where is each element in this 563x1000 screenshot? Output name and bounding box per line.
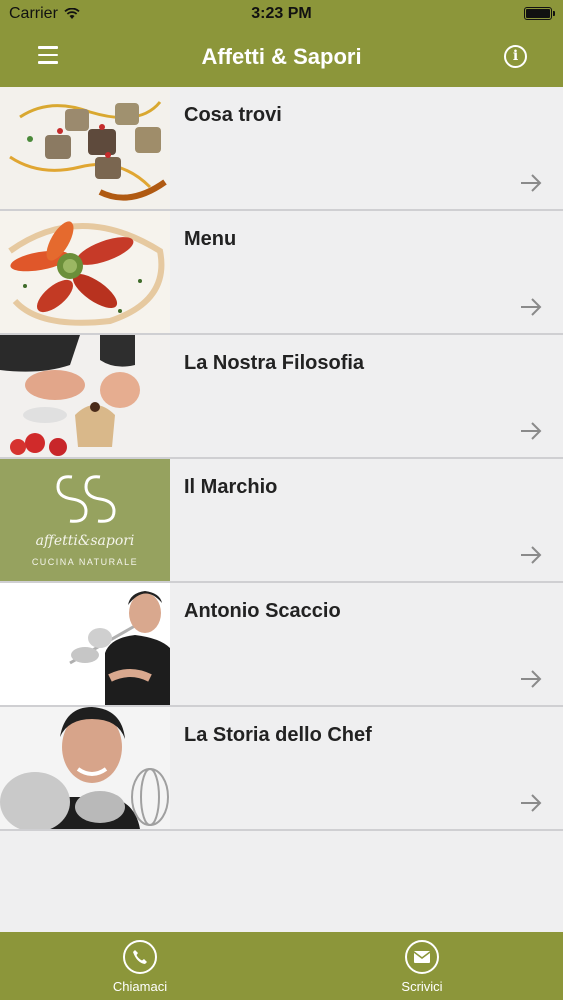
- dish-image-cosa-trovi: [0, 87, 170, 209]
- page-title: Affetti & Sapori: [201, 44, 362, 69]
- phone-icon: [123, 940, 157, 974]
- status-time: 3:23 PM: [251, 5, 312, 22]
- email-button[interactable]: Scrivici: [362, 932, 482, 1000]
- list-item-marchio[interactable]: affetti&sapori CUCINA NATURALE Il Marchi…: [0, 459, 563, 583]
- arrow-right-icon: [521, 546, 542, 564]
- call-button[interactable]: Chiamaci: [80, 932, 200, 1000]
- list-item-antonio-scaccio[interactable]: Antonio Scaccio: [0, 583, 563, 707]
- list-item-storia-chef[interactable]: La Storia dello Chef: [0, 707, 563, 831]
- arrow-right-icon: [521, 794, 542, 812]
- chef-photo: [0, 583, 170, 705]
- list-item-label: Menu: [184, 228, 237, 250]
- list-item-label: Il Marchio: [184, 476, 278, 498]
- envelope-icon: [405, 940, 439, 974]
- list-item-label: La Storia dello Chef: [184, 724, 372, 746]
- dish-image-menu: [0, 211, 170, 333]
- arrow-right-icon: [521, 670, 542, 688]
- arrow-right-icon: [521, 422, 542, 440]
- chef-portrait: [0, 707, 170, 829]
- logo-wordmark: affetti&sapori: [35, 533, 135, 549]
- navigation-bar: Carrier 3:23 PM Affetti & Sapori i: [0, 0, 563, 87]
- brand-logo-image: affetti&sapori CUCINA NATURALE: [0, 459, 170, 581]
- call-label: Chiamaci: [112, 979, 168, 994]
- list-item-cosa-trovi[interactable]: Cosa trovi: [0, 87, 563, 211]
- list-item-label: La Nostra Filosofia: [184, 352, 365, 374]
- list-item-label: Antonio Scaccio: [184, 600, 341, 622]
- battery-icon: [524, 7, 555, 20]
- dish-image-filosofia: [0, 335, 170, 457]
- tab-bar: Chiamaci Scrivici: [0, 932, 563, 1000]
- menu-list: Cosa trovi Menu La Nostra Filosofia affe…: [0, 87, 563, 831]
- logo-tagline: CUCINA NATURALE: [31, 557, 139, 567]
- status-bar: Carrier 3:23 PM: [0, 0, 563, 30]
- email-label: Scrivici: [401, 979, 443, 994]
- info-icon[interactable]: i: [504, 45, 527, 68]
- arrow-right-icon: [521, 298, 542, 316]
- arrow-right-icon: [521, 174, 542, 192]
- list-item-filosofia[interactable]: La Nostra Filosofia: [0, 335, 563, 459]
- list-item-label: Cosa trovi: [184, 104, 282, 126]
- list-item-menu[interactable]: Menu: [0, 211, 563, 335]
